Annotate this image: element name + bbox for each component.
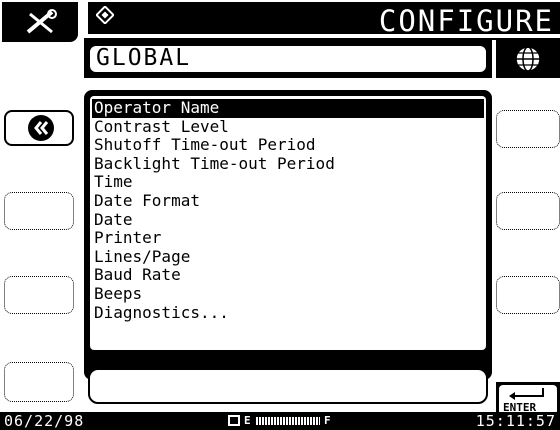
- status-bar: 06/22/98 E F 15:11:57: [0, 412, 560, 430]
- page-title: CONFIGURE: [378, 4, 554, 38]
- status-time: 15:11:57: [475, 412, 556, 430]
- softkey-right-1[interactable]: [496, 110, 560, 148]
- menu-item-date-format[interactable]: Date Format: [92, 191, 484, 211]
- back-button[interactable]: [4, 110, 74, 146]
- header-bar: CONFIGURE: [84, 2, 560, 38]
- battery-icon: [228, 415, 240, 426]
- tools-icon: [26, 9, 57, 34]
- menu-item-lines-page[interactable]: Lines/Page: [92, 247, 484, 267]
- softkey-right-2[interactable]: [496, 192, 560, 230]
- battery-gauge: [256, 417, 320, 425]
- menu-item-printer[interactable]: Printer: [92, 229, 484, 248]
- menu-item-time[interactable]: Time: [92, 173, 484, 192]
- diamond-icon: [96, 6, 114, 24]
- menu-item-baud-rate[interactable]: Baud Rate: [92, 266, 484, 285]
- menu-item-date[interactable]: Date: [92, 210, 484, 230]
- menu-item-diagnostics[interactable]: Diagnostics...: [92, 303, 484, 323]
- menu-item-operator-name[interactable]: Operator Name: [92, 98, 484, 118]
- tools-button[interactable]: [2, 2, 78, 42]
- battery-empty-label: E: [244, 414, 251, 427]
- softkey-left-2[interactable]: [4, 192, 74, 230]
- battery-full-label: F: [324, 414, 331, 427]
- menu-item-backlight-timeout[interactable]: Backlight Time-out Period: [92, 154, 484, 174]
- enter-arrow-icon: [509, 388, 544, 400]
- menu-item-beeps[interactable]: Beeps: [92, 284, 484, 304]
- menu-list: Operator Name Contrast Level Shutoff Tim…: [92, 98, 484, 323]
- softkey-left-4[interactable]: [4, 362, 74, 402]
- globe-icon: [515, 46, 541, 72]
- message-field: [88, 368, 488, 404]
- double-chevron-left-icon: [28, 115, 54, 141]
- menu-item-contrast-level[interactable]: Contrast Level: [92, 117, 484, 137]
- softkey-right-3[interactable]: [496, 276, 560, 314]
- section-label: GLOBAL: [96, 45, 192, 71]
- globe-button[interactable]: [496, 40, 560, 78]
- status-date: 06/22/98: [4, 412, 85, 430]
- softkey-left-3[interactable]: [4, 276, 74, 314]
- menu-item-shutoff-timeout[interactable]: Shutoff Time-out Period: [92, 136, 484, 155]
